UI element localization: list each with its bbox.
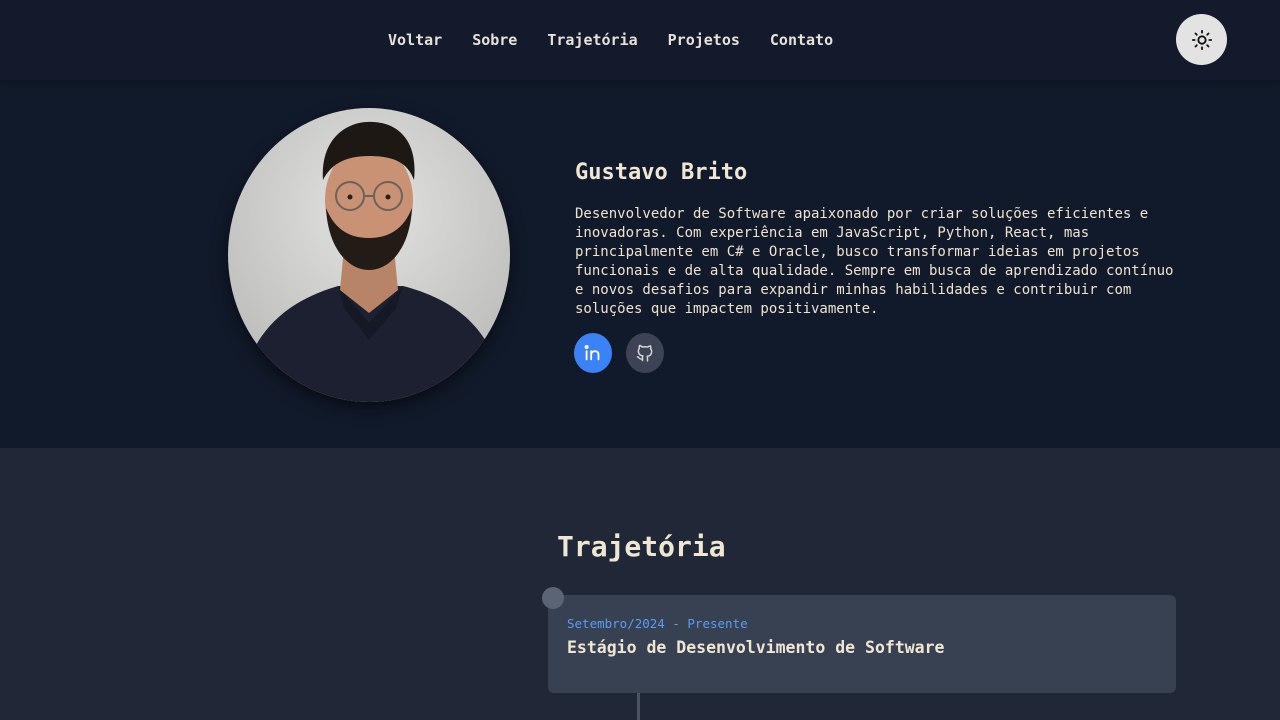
github-icon: [635, 343, 655, 363]
section-title: Trajetória: [557, 530, 726, 563]
timeline-title: Estágio de Desenvolvimento de Software: [567, 638, 945, 657]
nav-link-projetos[interactable]: Projetos: [668, 30, 740, 50]
site-header: Voltar Sobre Trajetória Projetos Contato: [0, 0, 1280, 80]
timeline-dot: [542, 587, 564, 609]
nav-link-sobre[interactable]: Sobre: [472, 30, 517, 50]
social-links: [574, 333, 664, 373]
linkedin-button[interactable]: [574, 333, 612, 373]
nav-link-contato[interactable]: Contato: [770, 30, 833, 50]
timeline-line: [637, 690, 640, 720]
profile-bio: Desenvolvedor de Software apaixonado por…: [575, 206, 1174, 317]
main-nav: Voltar Sobre Trajetória Projetos Contato: [388, 30, 863, 50]
linkedin-icon: [582, 342, 604, 364]
nav-link-voltar[interactable]: Voltar: [388, 30, 442, 50]
hero-section: Gustavo Brito Desenvolvedor de Software …: [0, 80, 1280, 448]
timeline-date: Setembro/2024 - Presente: [567, 616, 748, 631]
theme-toggle-button[interactable]: [1176, 14, 1227, 65]
github-button[interactable]: [626, 333, 664, 373]
profile-photo: [228, 108, 510, 402]
timeline-card: Setembro/2024 - Presente Estágio de Dese…: [548, 595, 1176, 693]
sun-icon: [1191, 29, 1213, 51]
nav-link-trajetoria[interactable]: Trajetória: [547, 30, 637, 50]
profile-name: Gustavo Brito: [575, 160, 748, 185]
